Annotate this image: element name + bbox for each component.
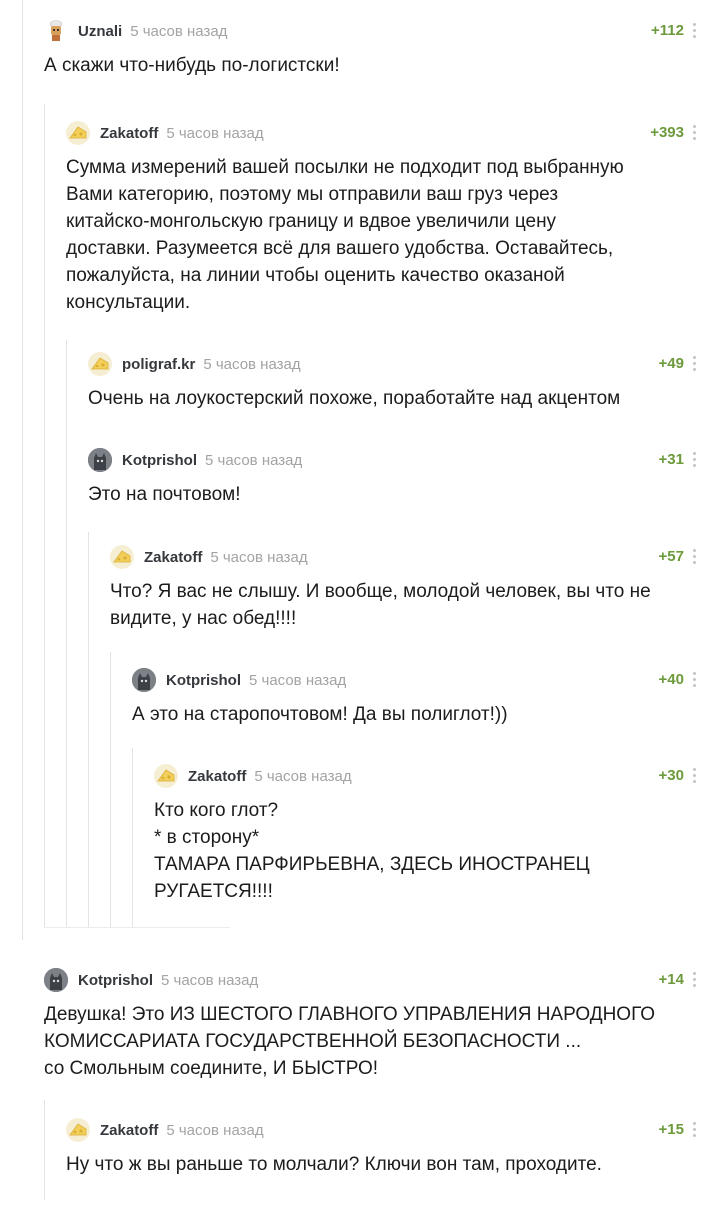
comment-text: Девушка! Это ИЗ ШЕСТОГО ГЛАВНОГО УПРАВЛЕ…	[44, 1004, 656, 1079]
chef-avatar-icon[interactable]	[44, 19, 68, 43]
more-options-icon[interactable]	[692, 672, 696, 687]
cheese-avatar-icon[interactable]	[66, 121, 90, 145]
more-options-icon[interactable]	[692, 1122, 696, 1137]
comment-rating: +14	[658, 971, 684, 988]
comment-author[interactable]: Zakatoff	[100, 1122, 158, 1139]
comment-time[interactable]: 5 часов назад	[210, 549, 307, 566]
comment-header: poligraf.kr 5 часов назад +49	[88, 351, 696, 377]
comment-text: А это на старопочтовом! Да вы полиглот!)…	[132, 704, 508, 725]
comment: Kotprishol 5 часов назад +31 Это на почт…	[88, 447, 696, 508]
comment-time[interactable]: 5 часов назад	[161, 972, 258, 989]
comment-text: Что? Я вас не слышу. И вообще, молодой ч…	[110, 581, 651, 629]
comment-rating: +15	[658, 1121, 684, 1138]
more-options-icon[interactable]	[692, 452, 696, 467]
thread-branch-line[interactable]	[66, 340, 67, 928]
comment-time[interactable]: 5 часов назад	[166, 1122, 263, 1139]
comment-rating: +393	[650, 124, 684, 141]
comment-time[interactable]: 5 часов назад	[205, 452, 302, 469]
cat-avatar-icon[interactable]	[132, 668, 156, 692]
comment-author[interactable]: Uznali	[78, 23, 122, 40]
comment: Kotprishol 5 часов назад +40 А это на ст…	[132, 667, 696, 728]
comments-page: Uznali 5 часов назад +112 А скажи что-ни…	[0, 0, 720, 1205]
comment-rating: +57	[658, 548, 684, 565]
thread-branch-line[interactable]	[22, 0, 23, 940]
comment-rating: +30	[658, 767, 684, 784]
cat-avatar-icon[interactable]	[88, 448, 112, 472]
comment-header: Kotprishol 5 часов назад +14	[44, 967, 696, 993]
comment-rating: +112	[651, 22, 684, 39]
comment-time[interactable]: 5 часов назад	[166, 125, 263, 142]
thread-branch-line[interactable]	[44, 104, 45, 928]
comment-text: Кто кого глот? * в сторону* ТАМАРА ПАРФИ…	[154, 800, 590, 902]
more-options-icon[interactable]	[692, 768, 696, 783]
comment-author[interactable]: Zakatoff	[100, 125, 158, 142]
comment-time[interactable]: 5 часов назад	[254, 768, 351, 785]
comment: Zakatoff 5 часов назад +15 Ну что ж вы р…	[66, 1117, 696, 1178]
more-options-icon[interactable]	[692, 23, 696, 38]
cat-avatar-icon[interactable]	[44, 968, 68, 992]
thread-branch-line[interactable]	[88, 532, 89, 928]
comment-time[interactable]: 5 часов назад	[249, 672, 346, 689]
comment: Uznali 5 часов назад +112 А скажи что-ни…	[44, 18, 696, 79]
cheese-avatar-icon[interactable]	[154, 764, 178, 788]
thread-bottom-rule	[44, 927, 230, 928]
comment-text: Очень на лоукостерский похоже, поработай…	[88, 388, 621, 409]
comment-rating: +40	[658, 671, 684, 688]
comment-author[interactable]: Kotprishol	[122, 452, 197, 469]
comment-header: Uznali 5 часов назад +112	[44, 18, 696, 44]
comment-header: Kotprishol 5 часов назад +40	[132, 667, 696, 693]
comment: Kotprishol 5 часов назад +14 Девушка! Эт…	[44, 967, 696, 1082]
comment-header: Kotprishol 5 часов назад +31	[88, 447, 696, 473]
comment-header: Zakatoff 5 часов назад +15	[66, 1117, 696, 1143]
cheese-avatar-icon[interactable]	[88, 352, 112, 376]
comment-text: Сумма измерений вашей посылки не подходи…	[66, 157, 624, 313]
more-options-icon[interactable]	[692, 356, 696, 371]
comment-author[interactable]: Zakatoff	[144, 549, 202, 566]
more-options-icon[interactable]	[692, 125, 696, 140]
comment-time[interactable]: 5 часов назад	[203, 356, 300, 373]
cheese-avatar-icon[interactable]	[110, 545, 134, 569]
comment-text: Ну что ж вы раньше то молчали? Ключи вон…	[66, 1154, 602, 1175]
comment-rating: +31	[658, 451, 684, 468]
comment-text: А скажи что-нибудь по-логистски!	[44, 55, 340, 76]
comment-rating: +49	[658, 355, 684, 372]
comment-text: Это на почтовом!	[88, 484, 241, 505]
comment-header: Zakatoff 5 часов назад +57	[110, 544, 696, 570]
comment-author[interactable]: poligraf.kr	[122, 356, 195, 373]
comment-time[interactable]: 5 часов назад	[130, 23, 227, 40]
comment-author[interactable]: Zakatoff	[188, 768, 246, 785]
thread-branch-line[interactable]	[44, 1100, 45, 1200]
comment-header: Zakatoff 5 часов назад +393	[66, 120, 696, 146]
more-options-icon[interactable]	[692, 549, 696, 564]
thread-branch-line[interactable]	[132, 748, 133, 928]
cheese-avatar-icon[interactable]	[66, 1118, 90, 1142]
comment-author[interactable]: Kotprishol	[78, 972, 153, 989]
comment: Zakatoff 5 часов назад +393 Сумма измере…	[66, 120, 696, 316]
comment: poligraf.kr 5 часов назад +49 Очень на л…	[88, 351, 696, 412]
comment-header: Zakatoff 5 часов назад +30	[154, 763, 696, 789]
thread-branch-line[interactable]	[110, 652, 111, 928]
more-options-icon[interactable]	[692, 972, 696, 987]
comment: Zakatoff 5 часов назад +57 Что? Я вас не…	[110, 544, 696, 632]
comment: Zakatoff 5 часов назад +30 Кто кого глот…	[154, 763, 696, 905]
comment-author[interactable]: Kotprishol	[166, 672, 241, 689]
